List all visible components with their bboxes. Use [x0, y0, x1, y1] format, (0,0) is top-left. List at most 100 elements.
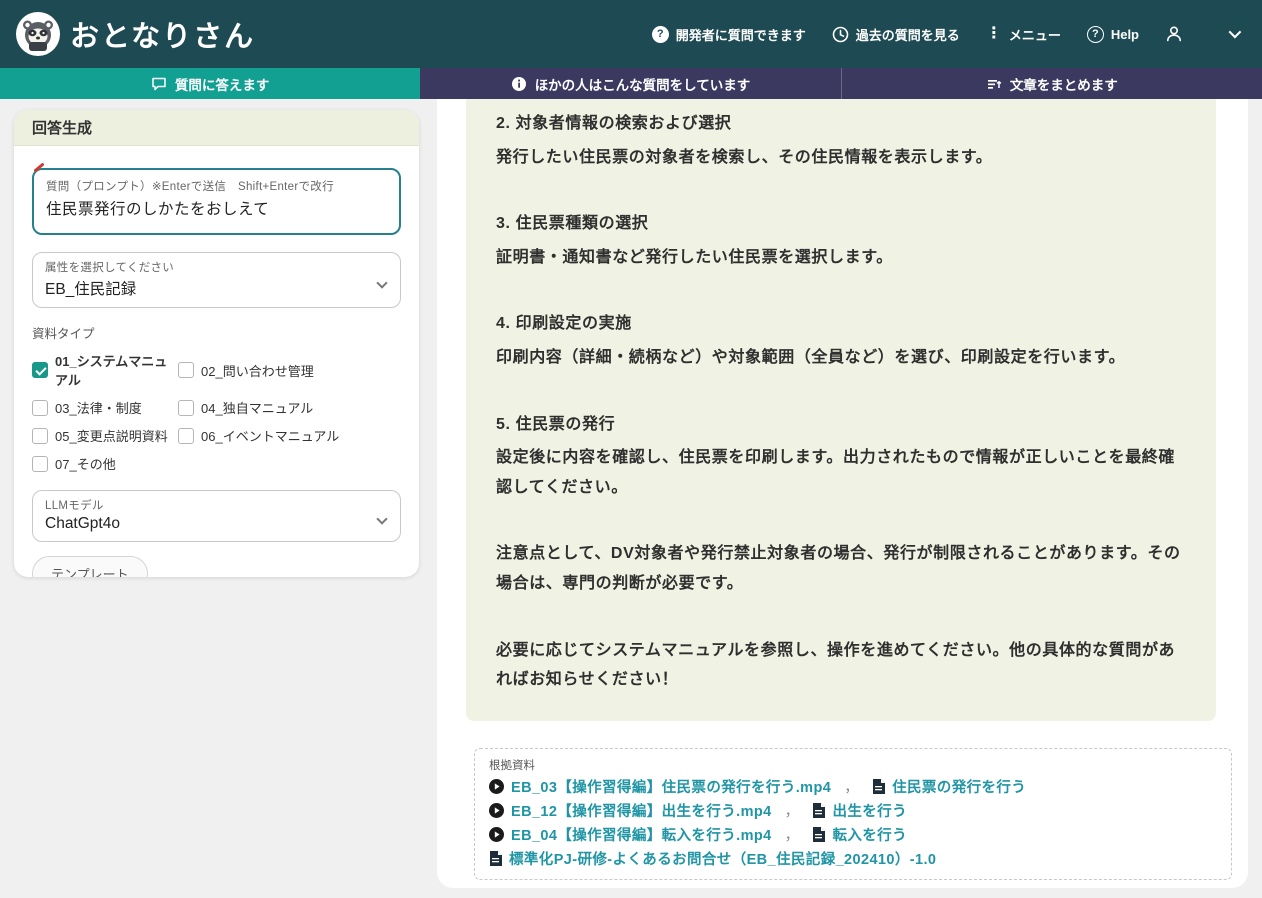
past-questions-button[interactable]: 過去の質問を見る	[832, 25, 960, 44]
answer-step-heading: 4. 印刷設定の実施	[496, 309, 1186, 339]
checkbox-05-change-docs[interactable]: 05_変更点説明資料	[32, 426, 178, 445]
ask-developer-button[interactable]: ? 開発者に質問できます	[652, 25, 806, 44]
document-icon	[812, 827, 825, 842]
tab-others-questions[interactable]: ほかの人はこんな質問をしています	[420, 68, 840, 99]
answer-section: 2. 対象者情報の検索および選択 発行したい住民票の対象者を検索し、その住民情報…	[496, 109, 1186, 172]
answer-step-body: 証明書・通知書など発行したい住民票を選択します。	[496, 243, 1186, 273]
checkbox-unchecked-icon	[178, 428, 194, 444]
tab-answer-questions[interactable]: 質問に答えます	[0, 68, 420, 99]
source-video-link[interactable]: EB_03【操作習得編】住民票の発行を行う.mp4	[511, 776, 831, 797]
collapse-header-button[interactable]	[1229, 25, 1238, 43]
answer-section: 5. 住民票の発行 設定後に内容を確認し、住民票を印刷します。出力されたもので情…	[496, 410, 1186, 503]
source-row: EB_03【操作習得編】住民票の発行を行う.mp4 ， 住民票の発行を行う	[489, 776, 1217, 797]
help-label: Help	[1111, 27, 1139, 42]
attribute-select[interactable]: 属性を選択してください EB_住民記録	[32, 252, 401, 308]
source-doc-link[interactable]: 転入を行う	[832, 824, 907, 845]
doc-type-label: 資料タイプ	[32, 323, 401, 342]
source-separator: ，	[844, 776, 859, 797]
llm-model-value: ChatGpt4o	[45, 515, 370, 533]
answer-step-heading: 3. 住民票種類の選択	[496, 209, 1186, 239]
source-video-link[interactable]: EB_04【操作習得編】転入を行う.mp4	[511, 824, 772, 845]
checkbox-unchecked-icon	[32, 428, 48, 444]
info-circle-icon	[511, 76, 527, 92]
menu-label: メニュー	[1009, 25, 1061, 44]
speech-bubble-icon	[151, 76, 167, 92]
help-circle-icon: ?	[1087, 26, 1104, 43]
user-icon	[1165, 25, 1183, 43]
answer-text-box: 2. 対象者情報の検索および選択 発行したい住民票の対象者を検索し、その住民情報…	[466, 99, 1216, 721]
source-doc-link[interactable]: 住民票の発行を行う	[892, 776, 1026, 797]
answer-step-body: 印刷内容（詳細・続柄など）や対象範囲（全員など）を選び、印刷設定を行います。	[496, 343, 1186, 373]
answer-generation-panel: 回答生成 質問（プロンプト）※Enterで送信 Shift+Enterで改行 住…	[14, 110, 419, 577]
past-questions-label: 過去の質問を見る	[856, 25, 960, 44]
document-icon	[489, 851, 502, 866]
answer-note: 注意点として、DV対象者や発行禁止対象者の場合、発行が制限されることがあります。…	[496, 539, 1186, 598]
doc-type-checkbox-group: 01_システムマニュアル 02_問い合わせ管理 03_法律・制度 04_独自マニ…	[32, 351, 401, 473]
question-input[interactable]: 質問（プロンプト）※Enterで送信 Shift+Enterで改行 住民票発行の…	[32, 168, 401, 235]
checkbox-unchecked-icon	[178, 400, 194, 416]
sources-title: 根拠資料	[489, 757, 1217, 773]
attribute-select-value: EB_住民記録	[45, 277, 370, 299]
document-icon	[872, 779, 885, 794]
tab-bar: 質問に答えます ほかの人はこんな質問をしています 文章をまとめます	[0, 68, 1262, 99]
source-separator: ，	[785, 824, 800, 845]
tanuki-mascot-icon	[19, 15, 57, 53]
source-row: EB_04【操作習得編】転入を行う.mp4 ， 転入を行う	[489, 824, 1217, 845]
answer-step-heading: 2. 対象者情報の検索および選択	[496, 109, 1186, 139]
play-video-icon	[489, 827, 504, 842]
header-nav: ? 開発者に質問できます 過去の質問を見る ⋮ メニュー ? Help	[652, 25, 1183, 44]
sources-box: 根拠資料 EB_03【操作習得編】住民票の発行を行う.mp4 ， 住民票の発行を…	[474, 748, 1232, 880]
history-clock-icon	[832, 26, 849, 43]
answer-result-panel: 2. 対象者情報の検索および選択 発行したい住民票の対象者を検索し、その住民情報…	[437, 99, 1248, 888]
checkbox-01-system-manual[interactable]: 01_システムマニュアル	[32, 351, 178, 389]
source-row: 標準化PJ-研修-よくあるお問合せ（EB_住民記録_202410）-1.0	[489, 848, 1217, 869]
panel-title: 回答生成	[14, 110, 419, 146]
panel-body: 質問（プロンプト）※Enterで送信 Shift+Enterで改行 住民票発行の…	[14, 146, 419, 577]
answer-note: 必要に応じてシステムマニュアルを参照し、操作を進めてください。他の具体的な質問が…	[496, 636, 1186, 695]
checkbox-unchecked-icon	[32, 456, 48, 472]
question-input-value: 住民票発行のしかたをおしえて	[46, 197, 387, 219]
source-doc-link[interactable]: 標準化PJ-研修-よくあるお問合せ（EB_住民記録_202410）-1.0	[509, 848, 936, 869]
help-button[interactable]: ? Help	[1087, 26, 1139, 43]
llm-model-label: LLMモデル	[45, 497, 370, 513]
answer-step-heading: 5. 住民票の発行	[496, 410, 1186, 440]
checkbox-02-inquiry-management[interactable]: 02_問い合わせ管理	[178, 351, 401, 389]
checkbox-04-original-manual[interactable]: 04_独自マニュアル	[178, 398, 401, 417]
checkbox-03-law-system[interactable]: 03_法律・制度	[32, 398, 178, 417]
source-doc-link[interactable]: 出生を行う	[832, 800, 907, 821]
attribute-select-label: 属性を選択してください	[45, 259, 370, 275]
chevron-down-icon	[378, 510, 386, 528]
question-circle-filled-icon: ?	[652, 26, 669, 43]
source-row: EB_12【操作習得編】出生を行う.mp4 ， 出生を行う	[489, 800, 1217, 821]
source-separator: ，	[785, 800, 800, 821]
chevron-down-icon	[378, 274, 386, 292]
chevron-down-icon	[1229, 26, 1242, 39]
tab-others-label: ほかの人はこんな質問をしています	[535, 74, 751, 94]
checkbox-unchecked-icon	[178, 362, 194, 378]
app-logo	[16, 12, 60, 56]
app-header: おとなりさん ? 開発者に質問できます 過去の質問を見る ⋮ メニュー ? He…	[0, 0, 1262, 68]
tab-answer-label: 質問に答えます	[175, 74, 270, 94]
llm-model-select[interactable]: LLMモデル ChatGpt4o	[32, 490, 401, 542]
kebab-menu-icon: ⋮	[986, 26, 1002, 42]
answer-step-body: 発行したい住民票の対象者を検索し、その住民情報を表示します。	[496, 143, 1186, 173]
tab-summarize-text[interactable]: 文章をまとめます	[841, 68, 1262, 99]
source-video-link[interactable]: EB_12【操作習得編】出生を行う.mp4	[511, 800, 772, 821]
play-video-icon	[489, 803, 504, 818]
template-button[interactable]: テンプレート	[32, 556, 148, 577]
checkbox-unchecked-icon	[32, 400, 48, 416]
user-account-button[interactable]	[1165, 25, 1183, 43]
answer-section: 4. 印刷設定の実施 印刷内容（詳細・続柄など）や対象範囲（全員など）を選び、印…	[496, 309, 1186, 372]
required-corner-marker	[33, 162, 44, 172]
checkbox-07-other[interactable]: 07_その他	[32, 454, 178, 473]
document-icon	[812, 803, 825, 818]
menu-button[interactable]: ⋮ メニュー	[986, 25, 1061, 44]
play-video-icon	[489, 779, 504, 794]
ask-developer-label: 開発者に質問できます	[676, 25, 806, 44]
checkbox-06-event-manual[interactable]: 06_イベントマニュアル	[178, 426, 401, 445]
answer-section: 3. 住民票種類の選択 証明書・通知書など発行したい住民票を選択します。	[496, 209, 1186, 272]
summarize-icon	[986, 76, 1002, 92]
tab-summarize-label: 文章をまとめます	[1010, 74, 1118, 94]
question-input-label: 質問（プロンプト）※Enterで送信 Shift+Enterで改行	[46, 178, 387, 194]
app-title: おとなりさん	[70, 13, 255, 55]
